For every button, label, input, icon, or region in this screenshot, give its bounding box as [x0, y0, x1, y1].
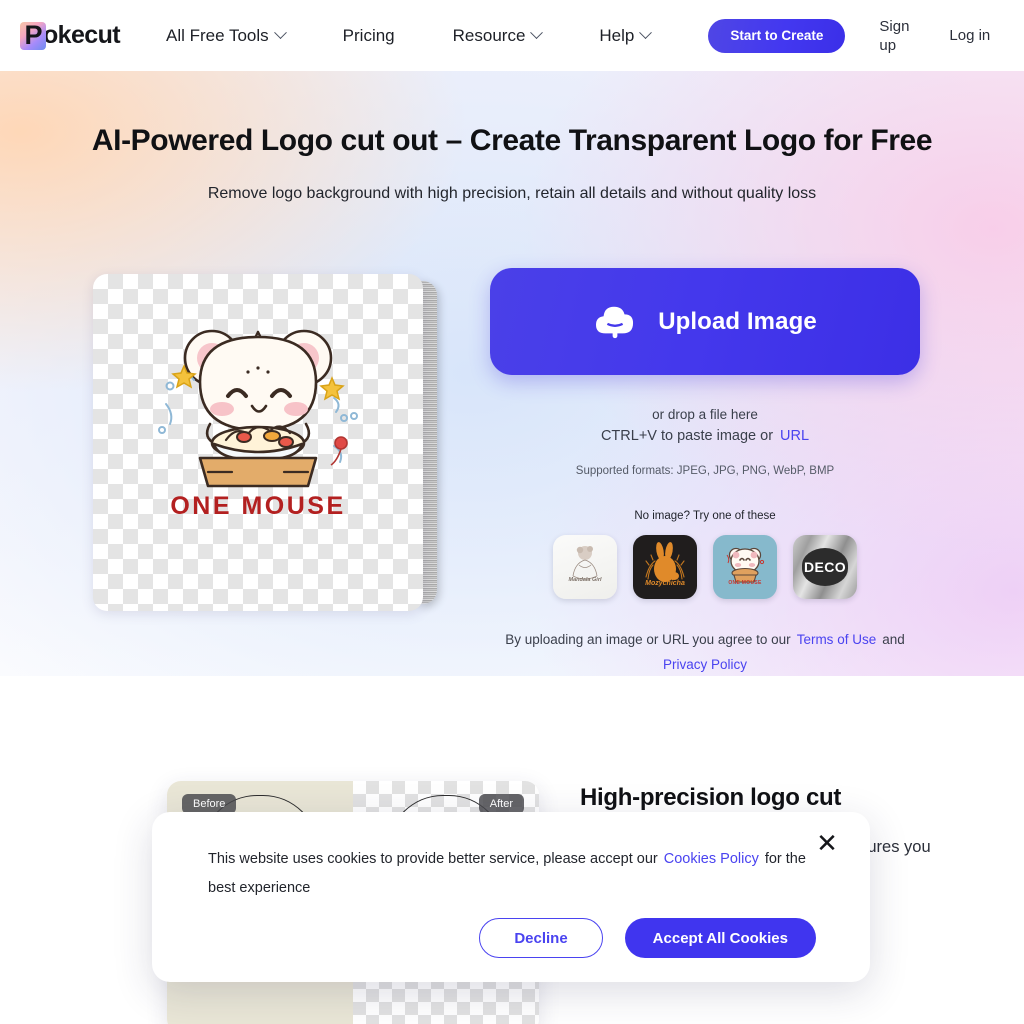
logo-text: okecut — [43, 21, 121, 49]
nav-label: Help — [599, 25, 635, 45]
log-in-link[interactable]: Log in — [949, 26, 993, 45]
site-header: P okecut All Free Tools Pricing Resource… — [0, 0, 1024, 71]
cookie-text-prefix: This website uses cookies to provide bet… — [208, 851, 658, 867]
sample-thumb-one-mouse[interactable]: ONE MOUSE — [713, 535, 777, 599]
nav-item-help[interactable]: Help — [599, 25, 653, 46]
drop-hint-line2: CTRL+V to paste image or URL — [490, 428, 920, 444]
sample-thumb-deco[interactable]: DECO — [793, 535, 857, 599]
rabbit-logo — [645, 542, 685, 582]
sign-up-link[interactable]: Sign up — [879, 17, 923, 55]
logo[interactable]: P okecut — [20, 19, 121, 53]
sample-caption: ONE MOUSE — [728, 580, 762, 586]
nav-item-all-free-tools[interactable]: All Free Tools — [165, 25, 287, 46]
main-nav: All Free Tools Pricing Resource Help — [142, 26, 708, 46]
decline-button[interactable]: Decline — [479, 918, 603, 958]
sample-caption: Mandala Girl — [568, 577, 602, 583]
page-root: P okecut All Free Tools Pricing Resource… — [0, 0, 1024, 1024]
paste-hint-text: CTRL+V to paste image or — [600, 428, 774, 444]
drop-hint-line1: or drop a file here — [652, 407, 758, 422]
supported-formats-text: Supported formats: JPEG, JPG, PNG, WebP,… — [575, 465, 835, 477]
one-mouse-logo — [726, 547, 765, 583]
deco-logo: DECO — [802, 548, 848, 586]
nav-label: Resource — [452, 25, 526, 45]
chevron-down-icon — [273, 26, 287, 40]
privacy-policy-link[interactable]: Privacy Policy — [663, 657, 747, 672]
nav-item-pricing[interactable]: Pricing — [343, 26, 395, 46]
mandala-girl-sketch — [572, 546, 598, 580]
feature-title: High-precision logo cut — [580, 784, 842, 811]
terms-and: and — [882, 632, 905, 647]
upload-button-label: Upload Image — [658, 307, 817, 335]
accept-all-cookies-button[interactable]: Accept All Cookies — [624, 918, 816, 958]
preview-brand-word: ONE MOUSE — [170, 492, 346, 520]
cookie-consent-banner: ✕ This website uses cookies to provide b… — [152, 812, 870, 982]
mouse-mascot-illustration — [158, 329, 358, 488]
page-title: AI-Powered Logo cut out – Create Transpa… — [91, 124, 933, 157]
sample-thumb-rabbit[interactable]: Mozychicha — [633, 535, 697, 599]
nav-label: All Free Tools — [165, 25, 269, 45]
chevron-down-icon — [639, 26, 653, 40]
sample-caption: Mozychicha — [645, 580, 685, 587]
terms-of-use-link[interactable]: Terms of Use — [797, 632, 877, 647]
pokecut-p-icon: P — [20, 21, 46, 50]
samples-heading: No image? Try one of these — [634, 510, 776, 522]
cookie-actions: Decline Accept All Cookies — [479, 918, 816, 958]
nav-label: Pricing — [342, 25, 395, 45]
close-icon[interactable]: ✕ — [810, 826, 844, 860]
url-link[interactable]: URL — [780, 428, 809, 444]
nav-item-resource[interactable]: Resource — [452, 25, 544, 46]
terms-prefix: By uploading an image or URL you agree t… — [505, 632, 791, 647]
before-label: Before — [182, 794, 237, 814]
hero-section: AI-Powered Logo cut out – Create Transpa… — [0, 71, 1024, 676]
transparency-checkerboard: ONE MOUSE — [93, 274, 423, 611]
hero-preview-card: ONE MOUSE — [93, 274, 437, 611]
start-to-create-button[interactable]: Start to Create — [708, 18, 846, 53]
cookie-message: This website uses cookies to provide bet… — [208, 845, 808, 903]
sample-thumbnails: Mandala Girl Mozychicha ONE MOUSE DECO — [490, 535, 920, 599]
terms-disclaimer: By uploading an image or URL you agree t… — [490, 627, 920, 677]
sample-thumb-mandala-girl[interactable]: Mandala Girl — [553, 535, 617, 599]
upload-panel: Upload Image or drop a file here CTRL+V … — [490, 268, 920, 677]
cloud-upload-icon — [596, 306, 634, 338]
upload-image-button[interactable]: Upload Image — [490, 268, 920, 375]
chevron-down-icon — [530, 26, 544, 40]
after-label: After — [478, 794, 524, 814]
page-subtitle: Remove logo background with high precisi… — [207, 185, 817, 202]
cookies-policy-link[interactable]: Cookies Policy — [664, 851, 759, 867]
